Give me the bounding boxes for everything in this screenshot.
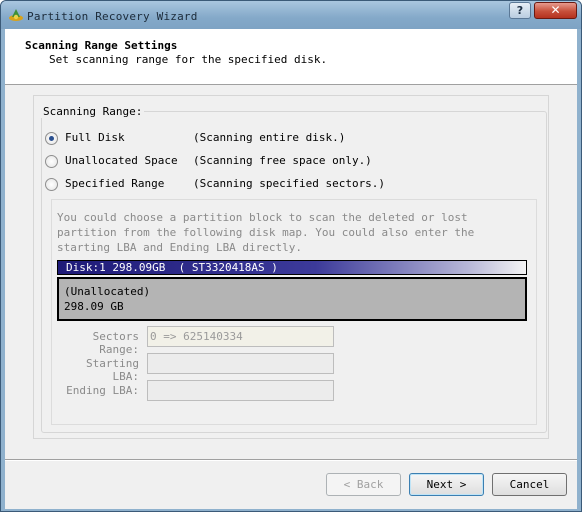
wizard-client-area: Scanning Range Settings Set scanning ran… [5,29,577,509]
radio-full-disk[interactable]: Full Disk (Scanning entire disk.) [45,131,345,145]
partition-name: (Unallocated) [64,285,151,298]
partition-block-unallocated[interactable]: (Unallocated) 298.09 GB [57,277,527,321]
partition-size: 298.09 GB [64,300,124,313]
radio-button-icon[interactable] [45,154,58,168]
starting-lba-label: Starting LBA: [86,357,139,383]
window-title: Partition Recovery Wizard [27,10,198,23]
radio-specified-label[interactable]: Specified Range [65,177,164,191]
back-button[interactable]: < Back [326,473,401,496]
radio-button-icon[interactable] [45,131,58,145]
radio-unallocated-description: (Scanning free space only.) [193,154,372,167]
close-button[interactable]: ✕ [534,2,577,19]
page-title: Scanning Range Settings [25,39,178,52]
next-button[interactable]: Next > [409,473,484,496]
help-button[interactable]: ? [509,2,531,19]
footer-divider-highlight [5,460,577,461]
sectors-range-field[interactable]: 0 => 625140334 [147,326,334,347]
radio-specified-description: (Scanning specified sectors.) [193,177,386,190]
radio-button-icon[interactable] [45,177,58,191]
radio-full-disk-label[interactable]: Full Disk [65,131,125,145]
app-icon [9,9,23,21]
cancel-button[interactable]: Cancel [492,473,567,496]
disk-map-info: You could choose a partition block to sc… [57,211,475,254]
title-bar[interactable]: Partition Recovery Wizard ? ✕ [1,1,581,29]
radio-unallocated-space[interactable]: Unallocated Space (Scanning free space o… [45,154,372,168]
radio-specified-range[interactable]: Specified Range (Scanning specified sect… [45,177,385,191]
sectors-range-label: Sectors Range: [92,330,139,356]
page-subtitle: Set scanning range for the specified dis… [49,53,328,66]
radio-full-disk-description: (Scanning entire disk.) [193,131,346,144]
ending-lba-label: Ending LBA: [66,384,139,397]
disk-header-bar[interactable]: Disk:1 298.09GB ( ST3320418AS ) [57,260,527,275]
scanning-range-label: Scanning Range: [41,105,145,118]
ending-lba-field[interactable] [147,380,334,401]
radio-unallocated-label[interactable]: Unallocated Space [65,154,178,168]
wizard-header: Scanning Range Settings Set scanning ran… [5,29,577,85]
partition-recovery-window: Partition Recovery Wizard ? ✕ Scanning R… [0,0,582,512]
starting-lba-field[interactable] [147,353,334,374]
